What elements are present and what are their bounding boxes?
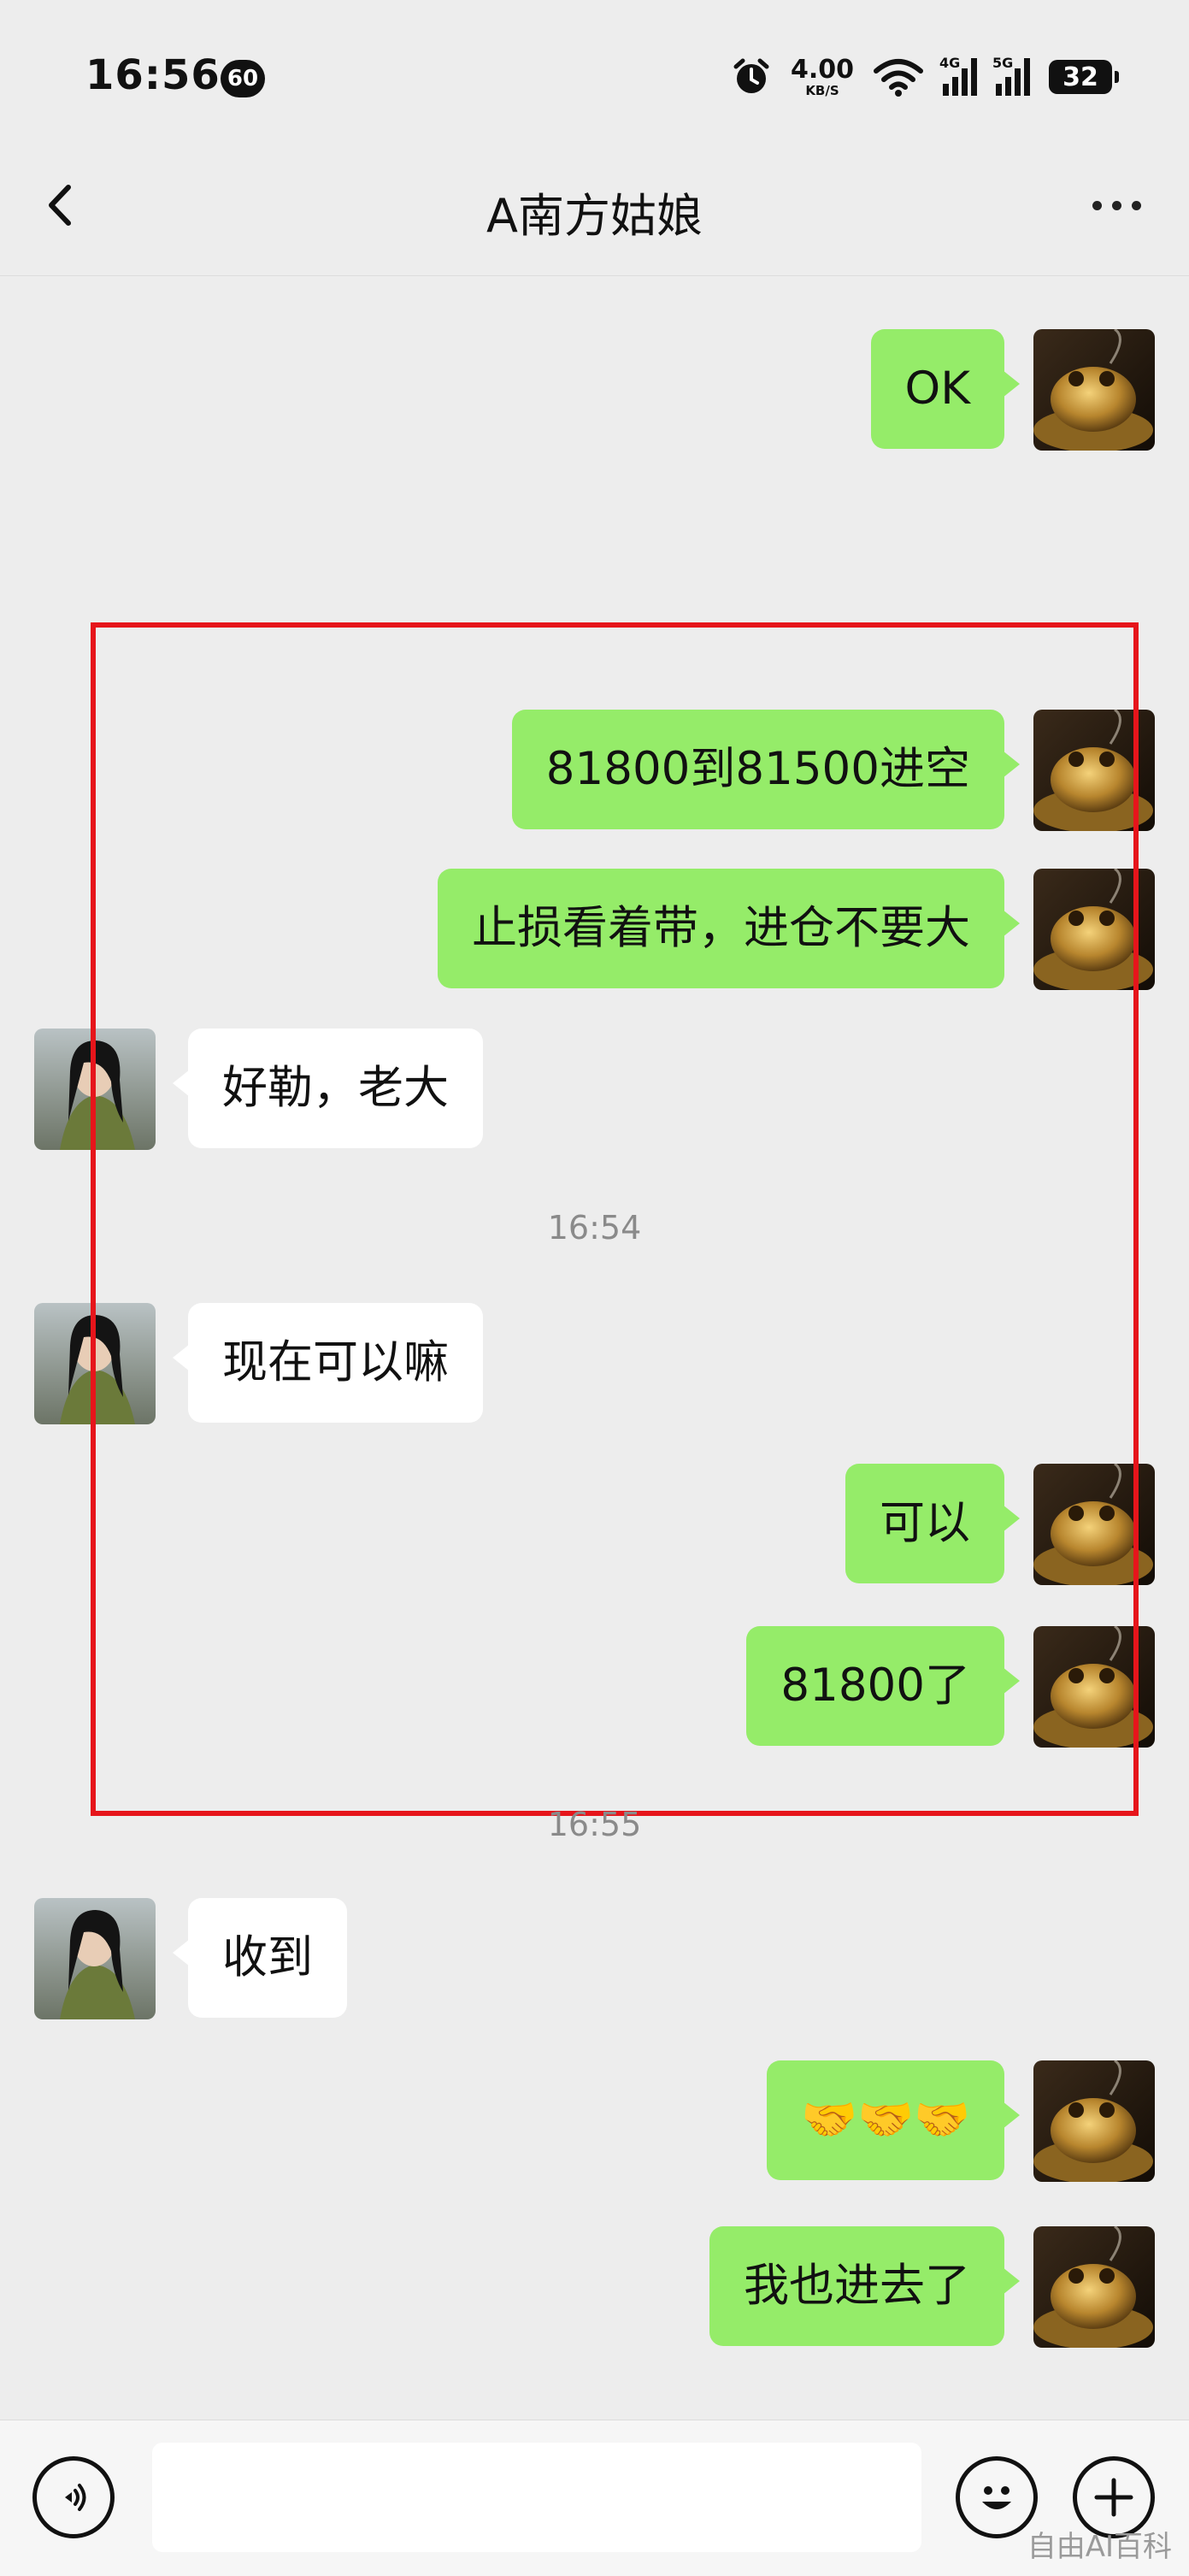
voice-waves-icon (65, 2484, 86, 2511)
more-options-icon[interactable] (1078, 180, 1155, 231)
input-bar: 自由AI百科 (0, 2420, 1189, 2576)
signal-5g-label: 5G (992, 55, 1014, 71)
message-row: 我也进去了 (709, 2226, 1155, 2348)
wifi-icon (874, 59, 923, 97)
avatar-golden-toad[interactable] (1033, 1626, 1155, 1748)
timestamp: 16:54 (547, 1209, 642, 1247)
status-bar: 16:56 60 4.00 KB/S 4G 5G 32 (0, 0, 1189, 137)
message-row: 81800了 (746, 1626, 1155, 1748)
alarm-icon (733, 58, 769, 93)
message-bubble[interactable]: 好勒，老大 (173, 1029, 483, 1148)
signal-4g-label: 4G (939, 55, 961, 71)
status-time: 16:56 (85, 51, 221, 99)
avatar-golden-toad[interactable] (1033, 2226, 1155, 2348)
message-bubble[interactable]: OK (870, 329, 1021, 449)
avatar-golden-toad[interactable] (1033, 869, 1155, 990)
avatar-golden-toad[interactable] (1033, 2060, 1155, 2182)
message-bubble[interactable]: 我也进去了 (709, 2226, 1020, 2346)
avatar-golden-toad[interactable] (1033, 329, 1155, 451)
avatar-golden-toad[interactable] (1033, 1464, 1155, 1585)
smile-face-icon (982, 2486, 1011, 2509)
cellular-signal-4g-icon: 4G (939, 55, 977, 96)
message-row: 好勒，老大 (34, 1029, 483, 1150)
message-row: 81800到81500进空 (511, 710, 1155, 831)
avatar-golden-toad[interactable] (1033, 710, 1155, 831)
net-speed-value: 4.00 (790, 54, 854, 85)
message-row: 止损看着带，进仓不要大 (438, 869, 1155, 990)
timestamp: 16:55 (547, 1806, 642, 1843)
message-bubble[interactable]: 可以 (845, 1464, 1020, 1583)
notification-badge: 60 (221, 60, 265, 97)
message-bubble[interactable]: 81800了 (746, 1626, 1020, 1746)
message-input[interactable] (152, 2443, 921, 2552)
watermark: 自由AI百科 (1027, 2530, 1172, 2564)
message-bubble[interactable]: 收到 (173, 1898, 347, 2018)
chat-header: A南方姑娘 (0, 137, 1189, 276)
chat-title: A南方姑娘 (486, 189, 703, 243)
battery-icon: 32 (1049, 60, 1119, 94)
plus-sign-icon (1094, 2478, 1133, 2517)
message-bubble[interactable]: 81800到81500进空 (511, 710, 1021, 829)
message-row: 🤝🤝🤝 (767, 2060, 1155, 2182)
message-row: 可以 (845, 1464, 1155, 1585)
avatar-girl[interactable] (34, 1898, 156, 2019)
status-icons: 4.00 KB/S 4G 5G 32 (731, 53, 1119, 101)
message-row: 现在可以嘛 (34, 1303, 483, 1424)
emoji-icon[interactable] (956, 2456, 1038, 2538)
message-row: OK (870, 329, 1155, 451)
message-bubble[interactable]: 现在可以嘛 (173, 1303, 483, 1423)
chat-screen: 16:56 60 4.00 KB/S 4G 5G 32 A南方姑娘 OK 818… (0, 0, 1189, 2576)
voice-icon[interactable] (32, 2456, 115, 2538)
message-row: 收到 (34, 1898, 347, 2019)
avatar-girl[interactable] (34, 1029, 156, 1150)
cellular-signal-5g-icon: 5G (992, 55, 1030, 96)
net-speed-unit: KB/S (805, 82, 839, 98)
message-bubble[interactable]: 止损看着带，进仓不要大 (438, 869, 1020, 988)
net-speed: 4.00 KB/S (790, 54, 854, 98)
avatar-girl[interactable] (34, 1303, 156, 1424)
message-bubble[interactable]: 🤝🤝🤝 (767, 2060, 1020, 2180)
